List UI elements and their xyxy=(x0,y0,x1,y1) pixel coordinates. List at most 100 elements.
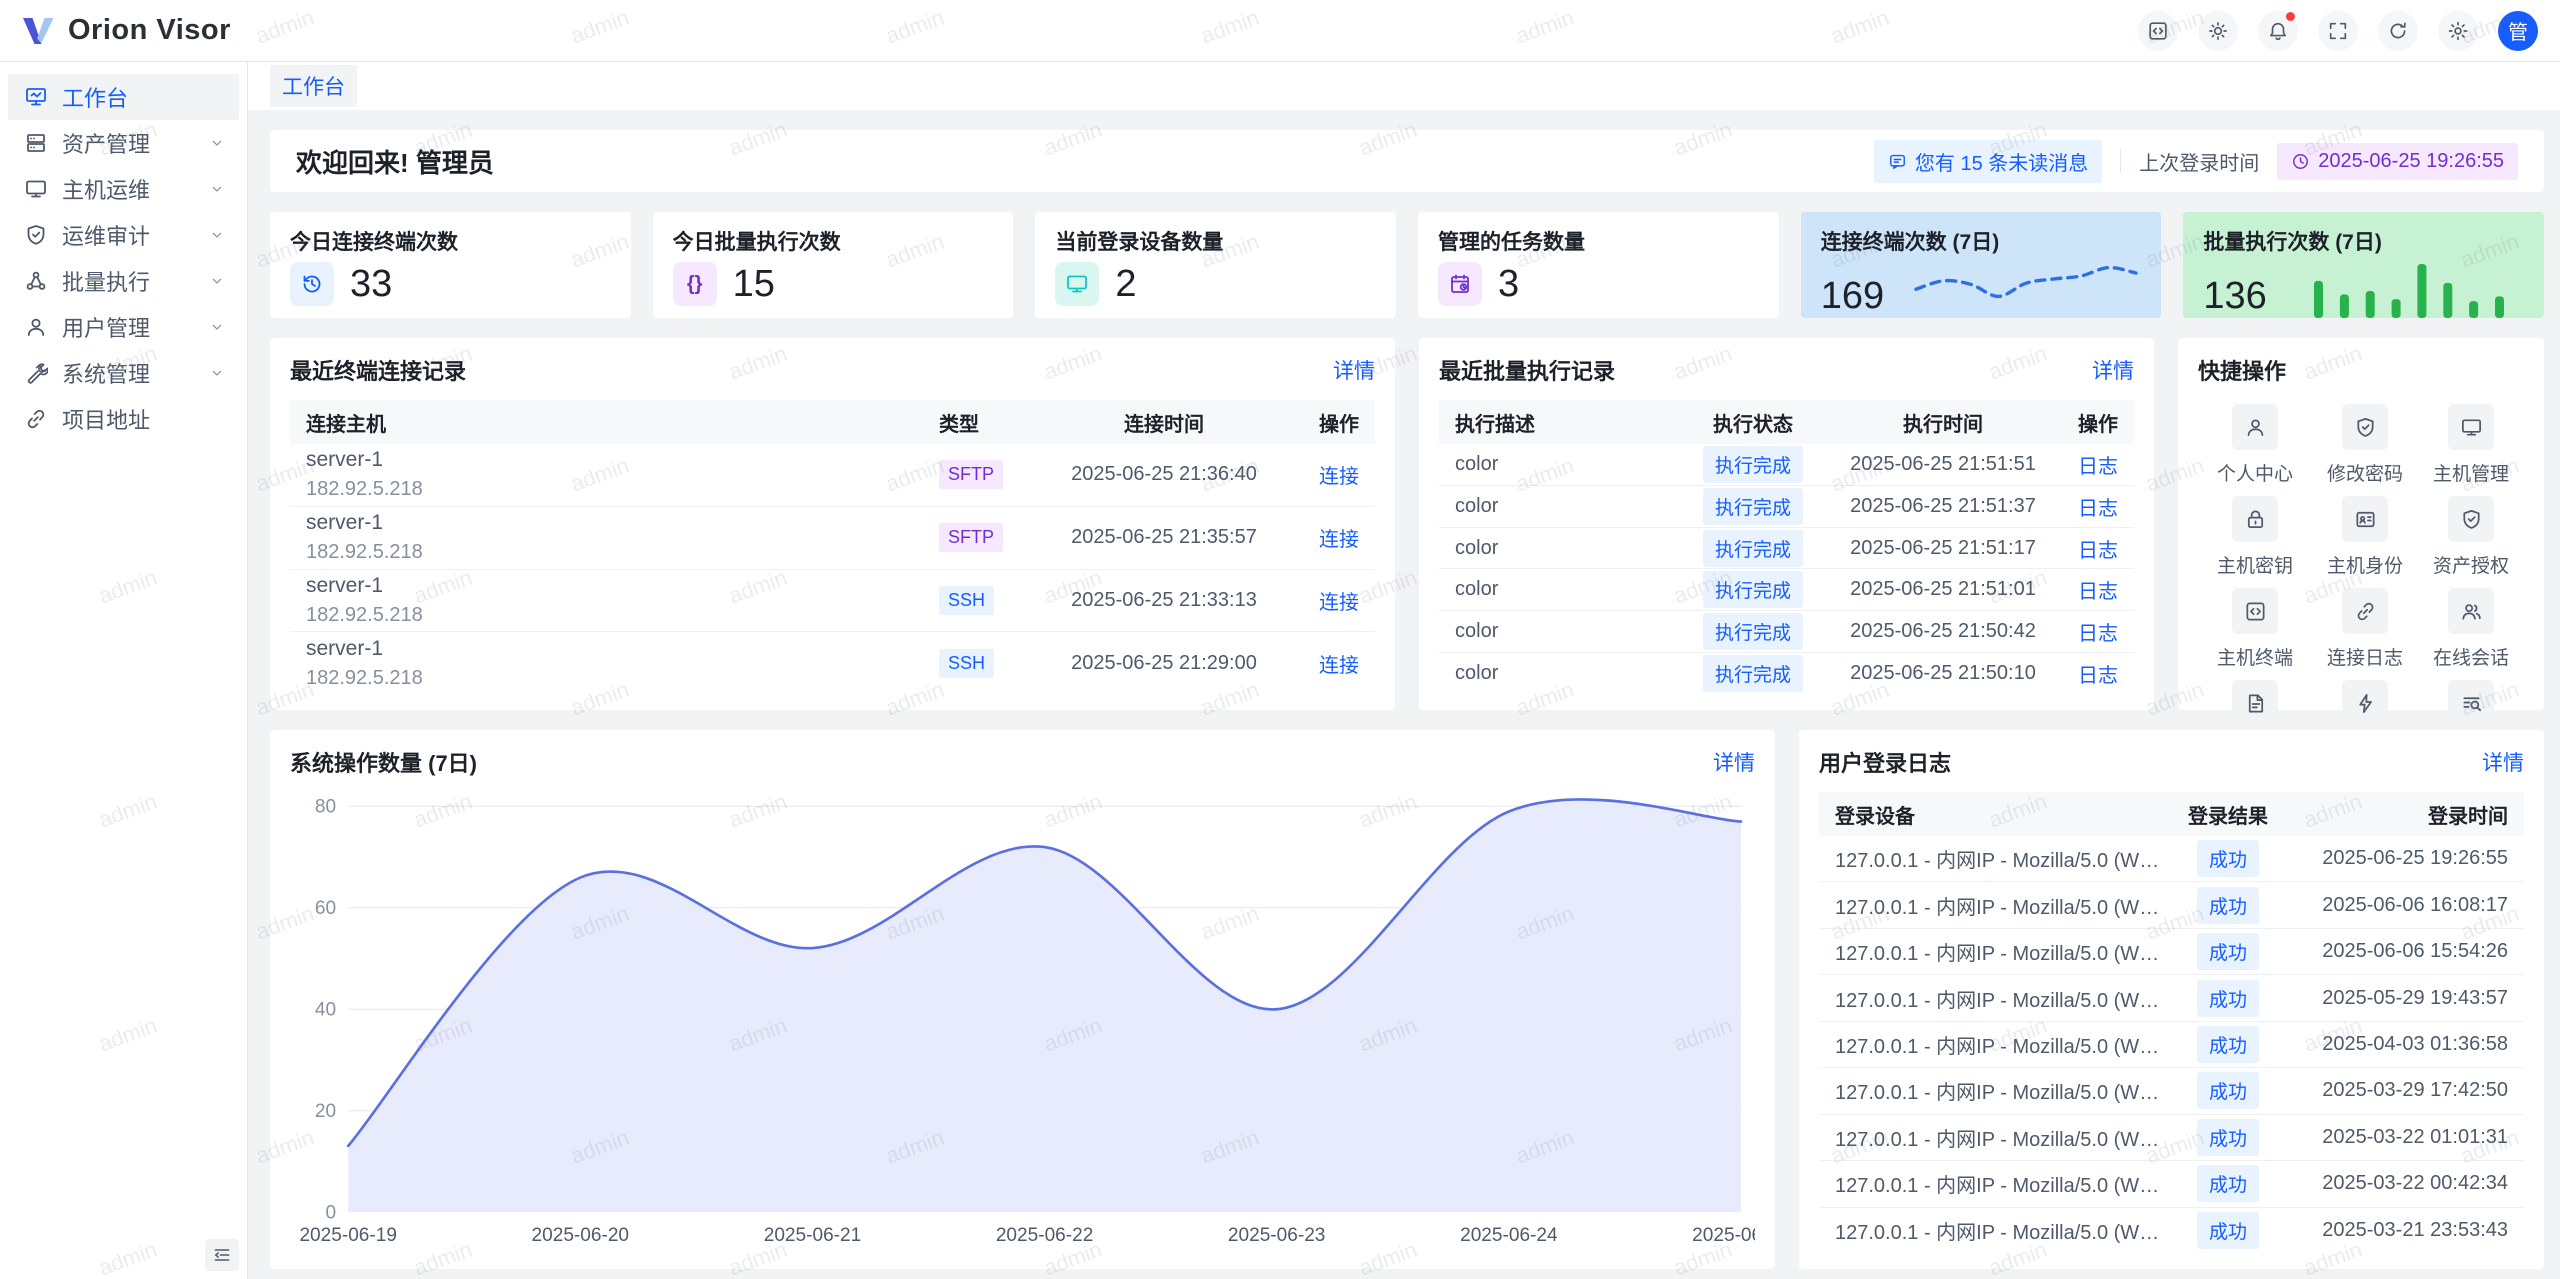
svg-text:2025-06-24: 2025-06-24 xyxy=(1460,1225,1558,1246)
batch-detail-link[interactable]: 详情 xyxy=(2092,355,2134,385)
system-ops-chart-title: 系统操作数量 (7日) xyxy=(290,746,477,778)
monitor-icon xyxy=(2460,416,2483,439)
terminal-detail-link[interactable]: 详情 xyxy=(1333,355,1375,385)
quick-action-users[interactable]: 在线会话 xyxy=(2418,588,2524,670)
log-link[interactable]: 日志 xyxy=(2078,623,2118,645)
login-result-badge: 成功 xyxy=(2197,887,2259,924)
unread-messages-badge[interactable]: 您有 15 条未读消息 xyxy=(1874,140,2102,183)
exec-status-badge: 执行完成 xyxy=(1703,655,1803,692)
quick-action-label: 主机身份 xyxy=(2327,551,2403,578)
stat-card: 今日批量执行次数{}15 xyxy=(653,212,1014,318)
sidebar-item-assets[interactable]: 资产管理 xyxy=(8,120,239,166)
sidebar-item-label: 批量执行 xyxy=(62,265,209,297)
log-link[interactable]: 日志 xyxy=(2078,456,2118,478)
sidebar-item-workbench[interactable]: 工作台 xyxy=(8,74,239,120)
sidebar-item-wrench[interactable]: 系统管理 xyxy=(8,350,239,396)
stat-card: 当前登录设备数量2 xyxy=(1035,212,1396,318)
code-square-icon xyxy=(2147,20,2169,42)
sidebar-item-host-ops[interactable]: 主机运维 xyxy=(8,166,239,212)
svg-text:2025-06-23: 2025-06-23 xyxy=(1228,1225,1326,1246)
login-time: 2025-06-25 19:26:55 xyxy=(2293,847,2508,870)
quick-action-user[interactable]: 个人中心 xyxy=(2198,404,2312,486)
code-square-icon xyxy=(2244,600,2267,623)
user-icon xyxy=(2244,416,2267,439)
terminal-connections-spark xyxy=(1911,256,2141,318)
log-link[interactable]: 日志 xyxy=(2078,498,2118,520)
last-login-time: 2025-06-25 19:26:55 xyxy=(2318,150,2504,173)
quick-action-id-card[interactable]: 主机身份 xyxy=(2312,496,2418,578)
login-result-badge: 成功 xyxy=(2197,840,2259,877)
chevron-down-icon xyxy=(209,181,225,197)
quick-action-monitor[interactable]: 主机管理 xyxy=(2418,404,2524,486)
stat-card-value: 15 xyxy=(733,263,775,306)
area-chart-svg: 0204060802025-06-192025-06-202025-06-212… xyxy=(290,792,1755,1253)
host-name: server-1 xyxy=(306,574,939,598)
login-result-badge: 成功 xyxy=(2197,1212,2259,1249)
connect-link[interactable]: 连接 xyxy=(1319,529,1359,551)
connection-time: 2025-06-25 21:33:13 xyxy=(1039,589,1289,612)
app-title: Orion Visor xyxy=(68,14,231,47)
notifications-bell-icon xyxy=(2267,20,2289,42)
refresh-button[interactable] xyxy=(2378,11,2418,51)
main-area: 工作台 欢迎回来! 管理员 您有 15 条未读消息 上次登录时间 xyxy=(248,62,2560,1279)
user-avatar[interactable]: 管 xyxy=(2498,11,2538,51)
sidebar-item-batch-exec[interactable]: 批量执行 xyxy=(8,258,239,304)
login-time: 2025-03-22 01:01:31 xyxy=(2293,1126,2508,1149)
settings-gear-button[interactable] xyxy=(2438,11,2478,51)
exec-description: color xyxy=(1455,662,1678,685)
header-actions: 管 xyxy=(2138,11,2538,51)
sidebar-item-audit-shield[interactable]: 运维审计 xyxy=(8,212,239,258)
welcome-title: 欢迎回来! 管理员 xyxy=(296,143,494,180)
host-ip: 182.92.5.218 xyxy=(306,541,939,564)
table-row: server-1182.92.5.218SFTP2025-06-25 21:35… xyxy=(290,507,1375,570)
code-square-button[interactable] xyxy=(2138,11,2178,51)
quick-action-label: 主机密钥 xyxy=(2217,551,2293,578)
shield-check-icon xyxy=(2460,508,2483,531)
connect-link[interactable]: 连接 xyxy=(1319,592,1359,614)
sidebar-item-link[interactable]: 项目地址 xyxy=(8,396,239,442)
theme-sun-button[interactable] xyxy=(2198,11,2238,51)
sidebar-collapse-button[interactable] xyxy=(205,1239,239,1271)
login-log-detail-link[interactable]: 详情 xyxy=(2482,747,2524,777)
login-device: 127.0.0.1 - 内网IP - Mozilla/5.0 (Windows … xyxy=(1835,1169,2163,1198)
quick-action-shield-check[interactable]: 修改密码 xyxy=(2312,404,2418,486)
login-log-title: 用户登录日志 xyxy=(1819,746,1951,778)
table-row: 127.0.0.1 - 内网IP - Mozilla/5.0 (Windows … xyxy=(1819,1022,2524,1068)
quick-action-code-square[interactable]: 主机终端 xyxy=(2198,588,2312,670)
quick-action-lock[interactable]: 主机密钥 xyxy=(2198,496,2312,578)
sidebar-item-label: 用户管理 xyxy=(62,311,209,343)
exec-description: color xyxy=(1455,495,1678,518)
assets-icon xyxy=(24,131,48,155)
stat-card: 管理的任务数量3 xyxy=(1418,212,1779,318)
log-link[interactable]: 日志 xyxy=(2078,665,2118,687)
log-link[interactable]: 日志 xyxy=(2078,540,2118,562)
sidebar-item-user[interactable]: 用户管理 xyxy=(8,304,239,350)
quick-actions-grid: 个人中心修改密码主机管理主机密钥主机身份资产授权主机终端连接日志在线会话文件操作… xyxy=(2198,400,2524,762)
table-row: 127.0.0.1 - 内网IP - Mozilla/5.0 (Windows … xyxy=(1819,882,2524,928)
lightning-icon xyxy=(2354,692,2377,715)
breadcrumb-item-workbench[interactable]: 工作台 xyxy=(270,65,357,107)
fullscreen-button[interactable] xyxy=(2318,11,2358,51)
quick-action-link[interactable]: 连接日志 xyxy=(2312,588,2418,670)
table-row: 127.0.0.1 - 内网IP - Mozilla/5.0 (Windows … xyxy=(1819,836,2524,882)
log-link[interactable]: 日志 xyxy=(2078,581,2118,603)
exec-time: 2025-06-25 21:51:17 xyxy=(1828,537,2058,560)
table-row: color执行完成2025-06-25 21:51:01日志 xyxy=(1439,569,2134,611)
exec-time: 2025-06-25 21:51:51 xyxy=(1828,453,2058,476)
chevron-down-icon xyxy=(209,273,225,289)
quick-action-label: 修改密码 xyxy=(2327,459,2403,486)
quick-action-shield-check[interactable]: 资产授权 xyxy=(2418,496,2524,578)
host-name: server-1 xyxy=(306,448,939,472)
breadcrumb: 工作台 xyxy=(248,62,2560,110)
system-ops-detail-link[interactable]: 详情 xyxy=(1713,747,1755,777)
chevron-down-icon xyxy=(209,135,225,151)
chevron-down-icon xyxy=(209,319,225,335)
quick-action-label: 主机管理 xyxy=(2433,459,2509,486)
exec-time: 2025-06-25 21:51:37 xyxy=(1828,495,2058,518)
connect-link[interactable]: 连接 xyxy=(1319,655,1359,677)
connect-link[interactable]: 连接 xyxy=(1319,466,1359,488)
quick-action-label: 资产授权 xyxy=(2433,551,2509,578)
notifications-bell-button[interactable] xyxy=(2258,11,2298,51)
host-ops-icon xyxy=(24,177,48,201)
stat-card: 今日连接终端次数33 xyxy=(270,212,631,318)
